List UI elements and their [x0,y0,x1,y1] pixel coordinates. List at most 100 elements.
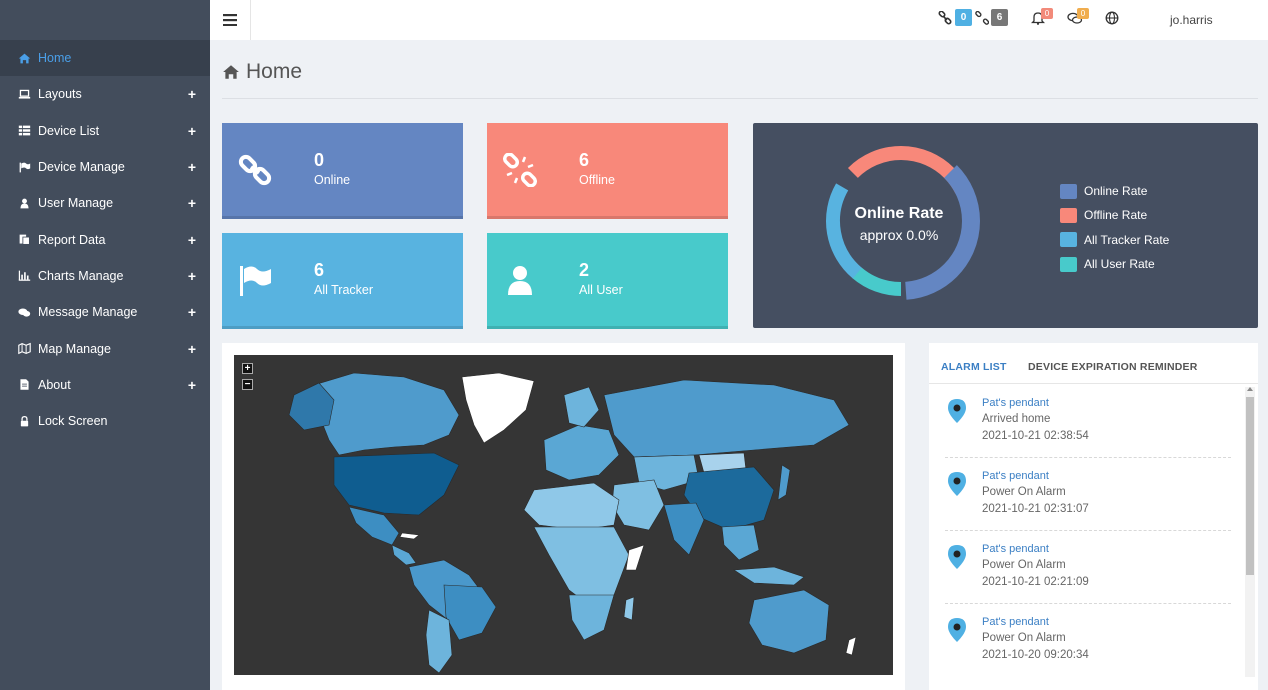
expand-icon[interactable]: + [188,232,196,248]
donut-subtitle: approx 0.0% [859,227,939,243]
flag-icon [16,160,32,174]
alarm-device-name[interactable]: Pat's pendant [982,616,1049,628]
sidebar-item-home[interactable]: Home [0,40,210,77]
world-map[interactable]: + − [234,355,893,675]
user-card[interactable]: 2 All User [487,233,728,329]
map-pin-icon [948,618,966,642]
file-icon [16,378,32,392]
donut-legend: Online Rate Offline Rate All Tracker Rat… [1060,179,1169,276]
messages-button[interactable]: 0 [1067,7,1089,25]
sidebar-item-label: Device List [38,123,100,138]
expand-icon[interactable]: + [188,377,196,393]
sidebar-item-map-manage[interactable]: Map Manage + [0,330,210,366]
notifications-button[interactable]: 0 [1031,7,1053,25]
sidebar-item-label: Report Data [38,232,106,247]
user-label: All User [579,283,623,297]
sidebar-item-message-manage[interactable]: Message Manage + [0,294,210,330]
legend-swatch [1060,232,1077,248]
expand-icon[interactable]: + [188,268,196,284]
legend-item-user[interactable]: All User Rate [1060,252,1169,276]
sidebar-item-charts-manage[interactable]: Charts Manage + [0,258,210,294]
alarm-device-name[interactable]: Pat's pendant [982,543,1049,555]
map-region-southern-africa [568,594,615,641]
legend-label: Online Rate [1084,184,1148,199]
laptop-icon [16,87,32,101]
notifications-badge: 0 [1041,7,1053,19]
alarm-list-scrollbar[interactable] [1245,387,1255,677]
sidebar-item-layouts[interactable]: Layouts + [0,76,210,112]
alarm-device-name[interactable]: Pat's pendant [982,397,1049,409]
page-title: Home [222,60,302,84]
alarm-event: Arrived home [982,413,1051,425]
sidebar-item-label: Home [38,51,72,66]
user-menu[interactable]: jo.harris [1170,13,1213,27]
map-region-russia [603,379,850,458]
map-icon [16,342,32,356]
expand-icon[interactable]: + [188,304,196,320]
unlink-icon [975,10,989,25]
alarm-list: Pat's pendant Arrived home 2021-10-21 02… [929,385,1244,675]
map-region-central-america [391,544,417,566]
link-icon [238,154,272,186]
sidebar-item-lock-screen[interactable]: Lock Screen [0,403,210,439]
online-rate-panel: Online Rate approx 0.0% Online Rate Offl… [753,123,1258,328]
alarm-list-item[interactable]: Pat's pendant Power On Alarm 2021-10-20 … [945,604,1231,675]
sidebar-item-about[interactable]: About + [0,367,210,403]
expand-icon[interactable]: + [188,86,196,102]
offline-card[interactable]: 6 Offline [487,123,728,219]
legend-item-online[interactable]: Online Rate [1060,179,1169,203]
map-zoom-out-button[interactable]: − [242,379,253,390]
alarm-event: Power On Alarm [982,632,1066,644]
alarm-list-item[interactable]: Pat's pendant Power On Alarm 2021-10-21 … [945,458,1231,531]
sidebar-item-user-manage[interactable]: User Manage + [0,185,210,221]
home-icon [16,51,32,65]
legend-label: All Tracker Rate [1084,232,1170,247]
alarm-list-item[interactable]: Pat's pendant Power On Alarm 2021-10-21 … [945,531,1231,604]
map-region-greenland [461,372,535,444]
scroll-up-arrow-icon[interactable] [1247,387,1253,391]
scrollbar-thumb[interactable] [1246,397,1254,575]
sidebar-item-device-list[interactable]: Device List + [0,113,210,149]
tracker-label: All Tracker [314,283,374,297]
language-button[interactable] [1105,11,1119,25]
map-region-canada [313,372,460,456]
expand-icon[interactable]: + [188,341,196,357]
map-zoom-in-button[interactable]: + [242,363,253,374]
sidebar-item-device-manage[interactable]: Device Manage + [0,149,210,185]
map-region-usa [333,452,460,516]
tracker-card[interactable]: 6 All Tracker [222,233,463,329]
expand-icon[interactable]: + [188,195,196,211]
map-region-caribbean [399,532,420,540]
expand-icon[interactable]: + [188,123,196,139]
map-region-madagascar [623,596,635,621]
sidebar-item-report-data[interactable]: Report Data + [0,221,210,257]
alarm-device-name[interactable]: Pat's pendant [982,470,1049,482]
map-pin-icon [948,472,966,496]
menu-toggle-button[interactable] [210,0,251,40]
online-devices-indicator[interactable]: 0 [938,9,972,26]
bar-chart-icon [16,269,32,283]
sidebar-item-label: Layouts [38,87,82,102]
legend-item-offline[interactable]: Offline Rate [1060,203,1169,227]
alarm-list-item[interactable]: Pat's pendant Arrived home 2021-10-21 02… [945,385,1231,458]
offline-devices-indicator[interactable]: 6 [975,9,1008,26]
map-region-north-africa [523,482,620,531]
tab-alarm-list[interactable]: ALARM LIST [941,361,1007,373]
online-count-badge: 0 [955,9,972,26]
alarm-event: Power On Alarm [982,486,1066,498]
online-count: 0 [314,150,325,170]
map-pin-icon [948,545,966,569]
map-pin-icon [948,399,966,423]
online-card[interactable]: 0 Online [222,123,463,219]
expand-icon[interactable]: + [188,159,196,175]
legend-swatch [1060,183,1077,199]
map-region-indonesia [733,566,805,586]
map-region-brazil [443,584,497,641]
hamburger-icon [223,14,237,26]
map-region-australia [748,589,830,654]
map-region-central-africa [533,526,630,606]
tab-device-expiration-reminder[interactable]: DEVICE EXPIRATION REMINDER [1028,361,1198,373]
map-region-japan [777,464,791,501]
legend-item-tracker[interactable]: All Tracker Rate [1060,228,1169,252]
list-icon [16,124,32,138]
